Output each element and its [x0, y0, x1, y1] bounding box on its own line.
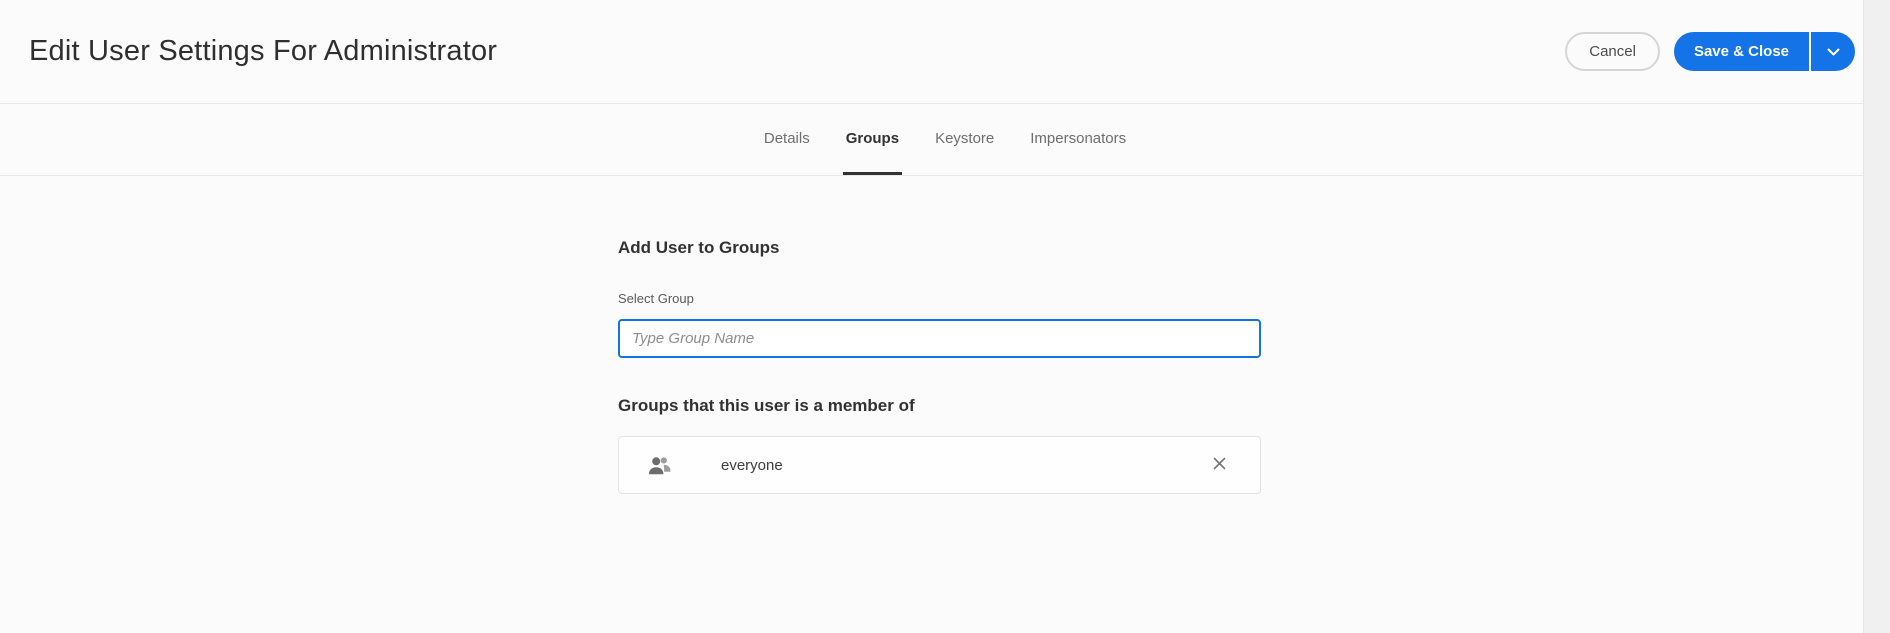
add-user-to-groups-heading: Add User to Groups [618, 238, 780, 257]
header-actions: Cancel Save & Close [1565, 32, 1855, 71]
tab-groups[interactable]: Groups [842, 104, 903, 175]
remove-group-button[interactable] [1207, 451, 1232, 479]
chevron-down-icon [1827, 44, 1840, 59]
save-options-dropdown-button[interactable] [1811, 32, 1855, 71]
edit-user-settings-page: Edit User Settings For Administrator Can… [0, 0, 1890, 633]
close-icon [1213, 457, 1226, 473]
group-search-input[interactable] [618, 319, 1261, 358]
member-groups-heading: Groups that this user is a member of [618, 396, 915, 415]
group-list-item: everyone [618, 436, 1261, 494]
scrollbar-track[interactable] [1863, 0, 1890, 633]
cancel-button[interactable]: Cancel [1565, 32, 1660, 71]
save-and-close-button[interactable]: Save & Close [1673, 32, 1809, 71]
tab-details[interactable]: Details [761, 104, 813, 175]
groups-tab-content: Add User to Groups Select Group Groups t… [618, 176, 1261, 494]
tab-impersonators[interactable]: Impersonators [1027, 104, 1129, 175]
user-group-icon [647, 455, 673, 475]
group-name: everyone [721, 456, 783, 474]
save-split-button: Save & Close [1673, 32, 1855, 71]
page-header: Edit User Settings For Administrator Can… [0, 0, 1890, 104]
select-group-label: Select Group [618, 291, 694, 306]
tab-keystore[interactable]: Keystore [932, 104, 997, 175]
page-title: Edit User Settings For Administrator [29, 35, 498, 67]
tab-bar: Details Groups Keystore Impersonators [0, 104, 1890, 176]
